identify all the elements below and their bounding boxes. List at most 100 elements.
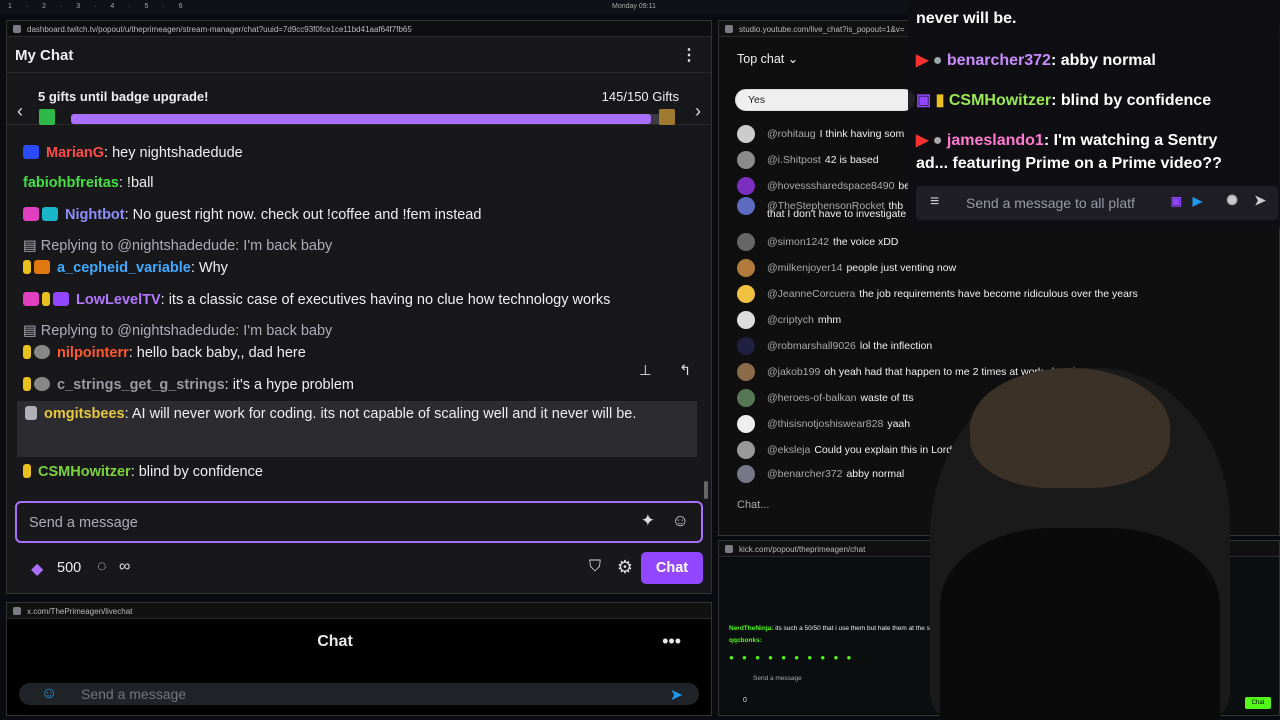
chat-username[interactable]: nilpointerr [57, 345, 129, 361]
channel-points-icon[interactable]: ◆ [31, 559, 43, 579]
emote-picker-icon[interactable]: ☺ [672, 511, 689, 531]
send-icon[interactable]: ➤ [1254, 192, 1266, 209]
youtube-author[interactable]: @thisisnotjoshiswear828 [767, 418, 883, 430]
avatar[interactable] [737, 415, 755, 433]
youtube-author[interactable]: @i.Shitpost [767, 154, 821, 166]
overlay-text: : I'm watching a Sentry [1043, 132, 1218, 149]
youtube-chat-row[interactable]: @hovesssharedspace8490 be [737, 177, 910, 195]
send-icon[interactable]: ➤ [670, 685, 683, 705]
chat-footer: ◆ 500 ◌ ∞ ⛉ ⚙ Chat [7, 551, 711, 585]
youtube-author[interactable]: @hovesssharedspace8490 [767, 180, 894, 192]
globe-icon[interactable]: ✺ [1226, 192, 1238, 209]
chat-username[interactable]: CSMHowitzer [38, 464, 131, 480]
x-more-options-icon[interactable]: ••• [662, 631, 681, 652]
avatar[interactable] [737, 465, 755, 483]
avatar[interactable] [737, 259, 755, 277]
youtube-chat-row[interactable]: @simon1242 the voice xDD [737, 233, 898, 251]
avatar[interactable] [737, 441, 755, 459]
chat-username[interactable]: Nightbot [65, 207, 125, 223]
youtube-author[interactable]: @benarcher372 [767, 468, 842, 480]
channel-points-count[interactable]: 500 [57, 560, 81, 576]
avatar[interactable] [737, 197, 755, 215]
kick-message[interactable]: qqcbonks: [729, 637, 762, 644]
youtube-chat-row[interactable]: @milkenjoyer14 people just venting now [737, 259, 956, 277]
chat-username[interactable]: MarianG [46, 145, 104, 161]
chat-message[interactable]: LowLevelTV: its a classic case of execut… [23, 292, 703, 308]
shield-icon[interactable]: ⛉ [589, 558, 601, 576]
x-chat-input[interactable]: ☺ Send a message ➤ [19, 683, 699, 705]
badge-icon [25, 406, 37, 420]
youtube-chat-row[interactable]: @robmarshall9026 lol the inflection [737, 337, 932, 355]
kick-username[interactable]: NerdTheNinja: [729, 625, 773, 632]
youtube-chat-row[interactable]: @criptych mhm [737, 311, 841, 329]
x-url-bar[interactable]: x.com/ThePrimeagen/livechat [7, 603, 711, 619]
top-chat-selector[interactable]: Top chat ⌄ [737, 51, 798, 66]
chat-message-list[interactable]: MarianG: hey nightshadedude fabiohbfreit… [7, 145, 711, 491]
overlay-username: benarcher372 [946, 52, 1051, 69]
workspace-indicators[interactable]: 1 · 2 · 3 · 4 · 5 · 6 [8, 3, 188, 10]
youtube-chat-row[interactable]: @rohitaug I think having som [737, 125, 904, 143]
youtube-author[interactable]: @simon1242 [767, 236, 829, 248]
youtube-author[interactable]: @rohitaug [767, 128, 816, 140]
chat-input[interactable]: Send a message ✦ ☺ [15, 501, 703, 543]
youtube-chat-row[interactable]: @i.Shitpost 42 is based [737, 151, 879, 169]
gear-icon[interactable]: ⚙ [617, 557, 633, 578]
chat-username[interactable]: a_cepheid_variable [57, 260, 191, 276]
emoji-icon[interactable]: ☺ [41, 685, 57, 703]
youtube-chat-row[interactable]: @eksleja Could you explain this in Lord o… [737, 441, 964, 459]
kick-message[interactable]: NerdTheNinja: its such a 50/50 that i us… [729, 625, 953, 632]
avatar[interactable] [737, 177, 755, 195]
twitch-url-bar[interactable]: dashboard.twitch.tv/popout/u/theprimeage… [7, 21, 711, 37]
chat-text: : its a classic case of executives havin… [160, 292, 611, 308]
chevron-left-icon[interactable]: ‹ [17, 101, 23, 122]
reply-arrow-icon[interactable]: ↰ [679, 363, 691, 379]
youtube-author[interactable]: @criptych [767, 314, 814, 326]
youtube-author[interactable]: @milkenjoyer14 [767, 262, 842, 274]
youtube-author[interactable]: @JeanneCorcuera [767, 288, 855, 300]
avatar[interactable] [737, 233, 755, 251]
avatar[interactable] [737, 311, 755, 329]
avatar[interactable] [737, 389, 755, 407]
youtube-author[interactable]: @jakob199 [767, 366, 820, 378]
chat-username[interactable]: LowLevelTV [76, 292, 161, 308]
avatar[interactable] [737, 125, 755, 143]
avatar[interactable] [737, 151, 755, 169]
chat-message[interactable]: fabiohbfreitas: !ball [23, 175, 703, 191]
chat-message-highlighted[interactable]: omgitsbees: AI will never work for codin… [17, 401, 697, 457]
youtube-chat-row[interactable]: @heroes-of-balkan waste of tts [737, 389, 914, 407]
chat-message[interactable]: MarianG: hey nightshadedude [23, 145, 703, 161]
chat-message[interactable]: a_cepheid_variable: Why [23, 260, 703, 276]
kick-text: its such a 50/50 that i use them but hat… [775, 625, 953, 632]
chat-username[interactable]: c_strings_get_g_strings [57, 377, 225, 393]
youtube-author[interactable]: @eksleja [767, 444, 810, 456]
chat-scrollbar[interactable] [704, 481, 708, 499]
chat-message[interactable]: c_strings_get_g_strings: it's a hype pro… [23, 363, 703, 393]
poll-option[interactable]: Yes [735, 89, 915, 111]
chat-username[interactable]: fabiohbfreitas [23, 175, 119, 191]
avatar[interactable] [737, 285, 755, 303]
chat-message[interactable]: Nightbot: No guest right now. check out … [23, 207, 703, 223]
send-chat-button[interactable]: Chat [641, 552, 703, 584]
twitch-toggle-icon[interactable]: ▣ [1171, 194, 1182, 208]
avatar[interactable] [737, 337, 755, 355]
chat-message[interactable]: CSMHowitzer: blind by confidence [23, 464, 703, 480]
chevron-right-icon[interactable]: › [695, 101, 701, 122]
kick-chat-button[interactable]: Chat [1245, 697, 1271, 709]
celebration-icon[interactable]: ✦ [641, 511, 655, 531]
youtube-toggle-icon[interactable]: ▶ [1193, 194, 1202, 208]
youtube-author[interactable]: @robmarshall9026 [767, 340, 856, 352]
youtube-chat-input[interactable]: Chat... [737, 499, 769, 511]
youtube-chat-row[interactable]: @thisisnotjoshiswear828 yaah [737, 415, 910, 433]
youtube-chat-row[interactable]: @TheStephensonRocket thb that I don't have… [737, 197, 906, 220]
youtube-chat-row[interactable]: @benarcher372 abby normal [737, 465, 904, 483]
chat-message[interactable]: nilpointerr: hello back baby,, dad here [23, 345, 703, 361]
chat-username[interactable]: omgitsbees [44, 406, 125, 422]
pin-icon[interactable]: ⊥ [639, 363, 652, 379]
x-chat-window: x.com/ThePrimeagen/livechat Chat ••• ☺ S… [6, 602, 712, 716]
youtube-chat-row[interactable]: @JeanneCorcuera the job requirements have… [737, 285, 1138, 303]
more-options-icon[interactable]: ⋮ [681, 45, 697, 65]
multichat-input[interactable]: ≡ Send a message to all platf ▣ ▶ ✺ ➤ [916, 186, 1278, 220]
avatar[interactable] [737, 363, 755, 381]
menu-icon[interactable]: ≡ [930, 193, 939, 211]
youtube-author[interactable]: @heroes-of-balkan [767, 392, 856, 404]
